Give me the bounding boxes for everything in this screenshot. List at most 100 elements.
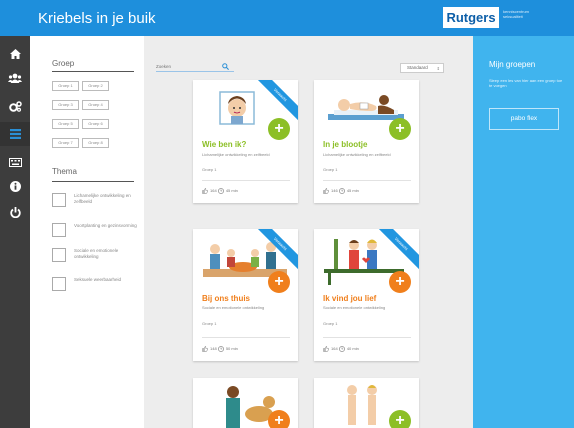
gears-icon (8, 100, 22, 112)
rail-users-button[interactable] (0, 66, 30, 90)
group-filter-1[interactable]: Groep 1 (52, 81, 79, 91)
thumbs-up-icon[interactable] (323, 346, 329, 352)
theme-label: Voortplanting en gezinsvorming (74, 223, 137, 228)
add-lesson-button[interactable]: + (268, 271, 290, 293)
sort-value: Standaard (407, 65, 428, 70)
sort-dropdown[interactable]: Standaard ⇕ (400, 63, 444, 73)
lesson-card[interactable]: + (314, 378, 419, 428)
clock-icon (217, 188, 224, 194)
thumbs-up-icon[interactable] (323, 188, 329, 194)
group-filter-6[interactable]: Groep 6 (82, 119, 109, 129)
group-button[interactable]: pabo flex (489, 108, 559, 130)
group-filter-4[interactable]: Groep 4 (82, 100, 109, 110)
lesson-meta: 148 50 min (202, 346, 238, 352)
lesson-meta: 146 45 min (323, 188, 359, 194)
thumbs-up-icon[interactable] (202, 188, 208, 194)
like-count: 146 (331, 188, 338, 193)
lesson-card[interactable]: Verwacht + Wie ben ik? Lichamelijke ontw… (193, 80, 298, 203)
theme-label: Lichamelijke ontwikkeling en zelfbeeld (74, 193, 131, 204)
rail-lessons-button[interactable] (0, 122, 30, 146)
lesson-grade: Groep 1 (202, 167, 217, 172)
add-lesson-button[interactable]: + (389, 271, 411, 293)
theme-filter-item[interactable]: Sociale en emotionele ontwikkeling (52, 248, 142, 272)
rail-keyboard-button[interactable] (0, 150, 30, 174)
lesson-grade: Groep 1 (323, 321, 338, 326)
lesson-title[interactable]: Wie ben ik? (202, 140, 246, 149)
plus-icon: + (274, 273, 284, 290)
lesson-theme: Lichamelijke ontwikkeling en zelfbeeld (323, 152, 391, 157)
group-filter-2[interactable]: Groep 2 (82, 81, 109, 91)
groep-heading: Groep (52, 59, 75, 68)
group-filter-5[interactable]: Groep 5 (52, 119, 79, 129)
lesson-duration: 45 min (346, 188, 359, 193)
my-groups-panel: Mijn groepen Sleep een les van hier aan … (473, 36, 574, 428)
thema-divider (52, 181, 134, 182)
lesson-theme: Lichamelijke ontwikkeling en zelfbeeld (202, 152, 270, 157)
card-divider (202, 337, 290, 338)
like-count: 164 (331, 346, 338, 351)
card-divider (323, 180, 411, 181)
plus-icon: + (395, 412, 405, 428)
like-count: 164 (210, 188, 217, 193)
lesson-title[interactable]: Ik vind jou lief (323, 294, 376, 303)
lesson-card[interactable]: + (193, 378, 298, 428)
theme-label: Seksuele weerbaarheid (74, 277, 122, 282)
keyboard-icon (8, 157, 22, 167)
add-lesson-button[interactable]: + (389, 410, 411, 428)
clock-icon (338, 346, 345, 352)
group-filter-8[interactable]: Groep 8 (82, 138, 109, 148)
app-title: Kriebels in je buik (38, 10, 156, 27)
lesson-card[interactable]: Verwacht + Ik vind jou lief Sociale en e… (314, 229, 419, 361)
add-lesson-button[interactable]: + (389, 118, 411, 140)
thumbs-up-icon[interactable] (202, 346, 208, 352)
theme-checkbox[interactable] (52, 248, 66, 262)
groups-instructions: Sleep een les van hier aan een groep toe… (489, 78, 563, 88)
icon-rail (0, 36, 30, 428)
lesson-theme: Sociale en emotionele ontwikkeling (202, 305, 265, 310)
users-icon (8, 73, 22, 83)
lesson-grade: Groep 1 (202, 321, 217, 326)
lesson-title[interactable]: Bij ons thuis (202, 294, 250, 303)
search-icon[interactable] (222, 63, 229, 70)
rail-info-button[interactable] (0, 174, 30, 198)
plus-icon: + (395, 273, 405, 290)
theme-filter-item[interactable]: Lichamelijke ontwikkeling en zelfbeeld (52, 193, 142, 217)
theme-filter-item[interactable]: Seksuele weerbaarheid (52, 277, 142, 301)
lesson-title[interactable]: In je blootje (323, 140, 367, 149)
lesson-grade: Groep 1 (323, 167, 338, 172)
lesson-duration: 40 min (346, 346, 359, 351)
add-lesson-button[interactable]: + (268, 118, 290, 140)
brand-tagline: kenniscentrum seksualiteit (503, 9, 530, 19)
lesson-theme: Sociale en emotionele ontwikkeling (323, 305, 386, 310)
clock-icon (217, 346, 224, 352)
like-count: 148 (210, 346, 217, 351)
theme-checkbox[interactable] (52, 193, 66, 207)
group-filter-3[interactable]: Groep 3 (52, 100, 79, 110)
lesson-card[interactable]: Verwacht + Bij ons thuis Sociale en emot… (193, 229, 298, 361)
theme-label: Sociale en emotionele ontwikkeling (74, 248, 119, 259)
thema-heading: Thema (52, 167, 77, 176)
add-lesson-button[interactable]: + (268, 410, 290, 428)
plus-icon: + (274, 120, 284, 137)
lesson-meta: 164 40 min (323, 346, 359, 352)
chevron-updown-icon: ⇕ (436, 66, 440, 71)
lesson-meta: 164 45 min (202, 188, 238, 194)
brand-logo[interactable]: Rutgers (443, 7, 499, 28)
lesson-duration: 50 min (225, 346, 238, 351)
group-filter-7[interactable]: Groep 7 (52, 138, 79, 148)
plus-icon: + (395, 120, 405, 137)
rail-logout-button[interactable] (0, 200, 30, 224)
theme-filter-item[interactable]: Voortplanting en gezinsvorming (52, 223, 142, 247)
theme-checkbox[interactable] (52, 277, 66, 291)
theme-checkbox[interactable] (52, 223, 66, 237)
card-divider (202, 180, 290, 181)
groups-title: Mijn groepen (489, 60, 536, 69)
card-divider (323, 337, 411, 338)
rail-home-button[interactable] (0, 42, 30, 66)
top-bar: Kriebels in je buik Rutgers kenniscentru… (0, 0, 574, 36)
lesson-card[interactable]: + In je blootje Lichamelijke ontwikkelin… (314, 80, 419, 203)
power-icon (9, 206, 21, 218)
clock-icon (338, 188, 345, 194)
rail-settings-button[interactable] (0, 94, 30, 118)
info-icon (9, 180, 21, 192)
